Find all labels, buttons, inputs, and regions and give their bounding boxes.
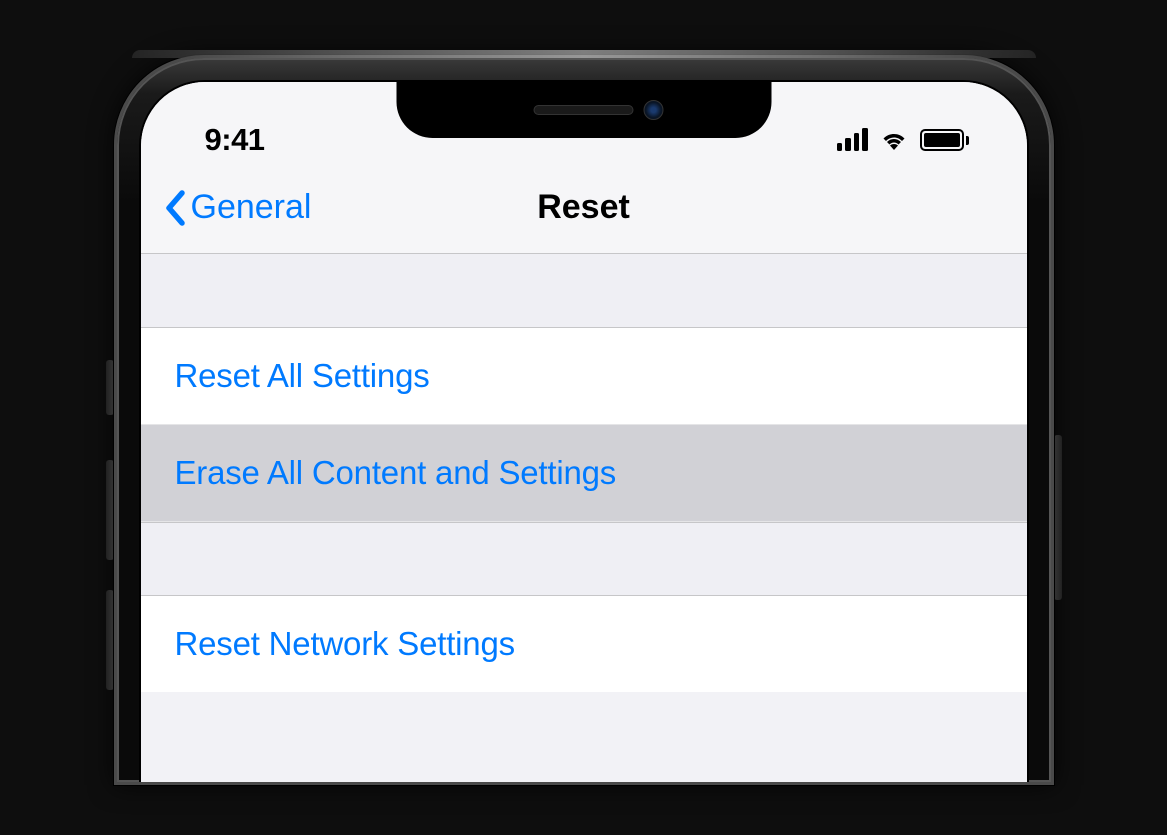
chevron-left-icon (163, 189, 187, 227)
power-button (1054, 435, 1062, 600)
reset-all-settings-item[interactable]: Reset All Settings (141, 328, 1027, 425)
section-spacer (141, 254, 1027, 328)
phone-screen: 9:41 (141, 82, 1027, 782)
volume-up-button (106, 460, 114, 560)
phone-device: 9:41 (114, 55, 1054, 785)
volume-down-button (106, 590, 114, 690)
settings-content: Reset All Settings Erase All Content and… (141, 254, 1027, 692)
display-notch (396, 82, 771, 138)
mute-switch (106, 360, 114, 415)
status-time: 9:41 (189, 122, 265, 158)
back-button-label: General (191, 188, 312, 227)
wifi-icon (879, 129, 909, 151)
erase-all-content-item[interactable]: Erase All Content and Settings (141, 425, 1027, 522)
reset-network-settings-item[interactable]: Reset Network Settings (141, 596, 1027, 692)
battery-icon (920, 129, 969, 151)
front-camera (643, 100, 663, 120)
phone-bezel: 9:41 (114, 55, 1054, 785)
cellular-signal-icon (837, 129, 868, 151)
back-button[interactable]: General (163, 188, 312, 227)
navigation-bar: General Reset (141, 170, 1027, 254)
section-spacer (141, 522, 1027, 596)
earpiece-speaker (534, 105, 634, 115)
page-title: Reset (537, 188, 630, 227)
